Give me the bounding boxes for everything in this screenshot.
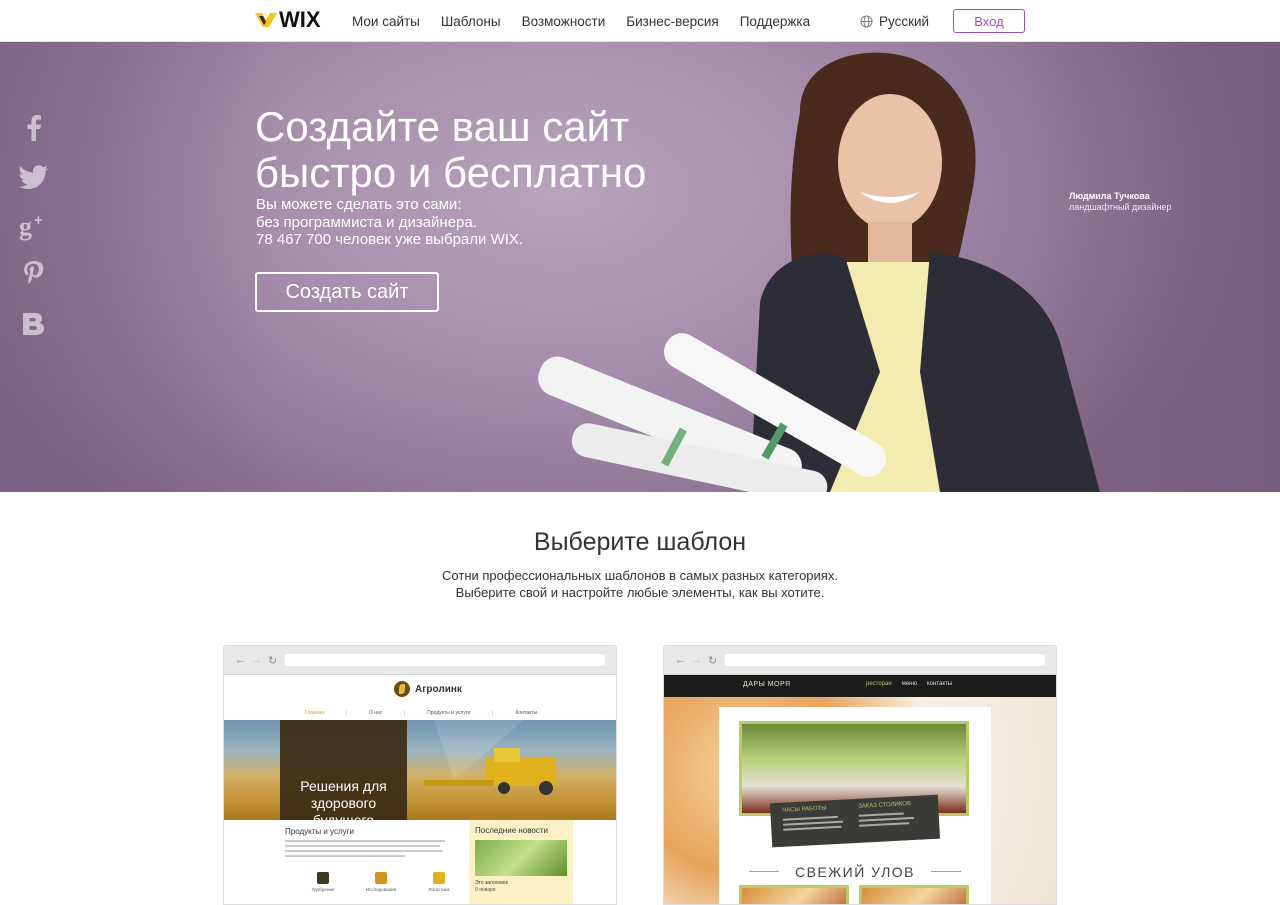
restaurant-thumbnails xyxy=(739,885,979,904)
agro-menu: Главная О нас Продукты и услуги Контакты xyxy=(224,706,616,720)
hero-title: Создайте ваш сайт быстро и бесплатно xyxy=(255,104,775,196)
login-button[interactable]: Вход xyxy=(953,9,1025,33)
restaurant-hours-title: ЧАСЫ РАБОТЫ xyxy=(782,805,827,814)
google-plus-icon[interactable]: g + xyxy=(18,210,50,242)
agro-text-lines xyxy=(285,840,445,860)
wix-logo-text: WIX xyxy=(279,7,321,32)
back-arrow-icon: ← xyxy=(675,654,686,666)
template-card-agrolink[interactable]: ← → ↻ Агролинк Главная О нас Продукты и … xyxy=(223,645,617,905)
restaurant-menu: ресторан меню контакты xyxy=(866,681,962,687)
agro-news-box: Последние новости Это заголовок 9 января xyxy=(469,820,573,904)
agro-menu-item: Контакты xyxy=(492,710,559,716)
facebook-icon[interactable] xyxy=(18,112,50,144)
agro-body: Продукты и услуги Удобрения Исследования… xyxy=(224,820,616,904)
main-menu: Мои сайты Шаблоны Возможности Бизнес-вер… xyxy=(352,0,831,42)
restaurant-order-title: ЗАКАЗ СТОЛИКОВ xyxy=(858,801,912,810)
reload-icon: ↻ xyxy=(708,655,718,667)
nav-features[interactable]: Возможности xyxy=(522,14,606,29)
logistics-icon: Логистика xyxy=(410,872,468,892)
social-sidebar: g + xyxy=(18,112,50,357)
person-role: ландшафтный дизайнер xyxy=(1069,202,1172,212)
wix-logo[interactable]: WIX xyxy=(255,7,321,32)
templates-title: Выберите шаблон xyxy=(533,528,747,556)
twitter-icon[interactable] xyxy=(18,161,50,193)
agro-news-heading: Это заголовок xyxy=(475,880,508,886)
agro-banner: Решения для здорового будущего xyxy=(224,720,616,820)
restaurant-thumb xyxy=(859,885,969,904)
hero-subtitle-line: без программиста и дизайнера. xyxy=(256,213,477,231)
nav-support[interactable]: Поддержка xyxy=(740,14,810,29)
agro-logo: Агролинк xyxy=(394,681,462,697)
hero-subtitle-line: Вы можете сделать это сами: xyxy=(256,196,462,213)
browser-bar: ← → ↻ xyxy=(224,646,616,675)
forward-arrow-icon: → xyxy=(691,654,702,666)
pinterest-icon[interactable] xyxy=(18,259,50,291)
nav-my-sites[interactable]: Мои сайты xyxy=(352,14,420,29)
forward-arrow-icon: → xyxy=(251,654,262,666)
templates-subtitle-line: Сотни профессиональных шаблонов в самых … xyxy=(442,568,838,583)
fertilizer-icon: Удобрения xyxy=(294,872,352,892)
nav-templates[interactable]: Шаблоны xyxy=(441,14,501,29)
agro-news-title: Последние новости xyxy=(475,826,548,835)
agro-banner-text: Решения для здорового будущего xyxy=(280,778,407,820)
agro-menu-item: О нас xyxy=(345,710,404,716)
hero-subtitle-line: 78 467 700 человек уже выбрали WIX. xyxy=(256,231,524,248)
wheat-icon xyxy=(394,681,410,697)
agro-products-title: Продукты и услуги xyxy=(285,827,355,836)
hero-title-line: Создайте ваш сайт xyxy=(255,103,630,150)
address-bar xyxy=(285,654,605,666)
agro-menu-item: Главная xyxy=(304,710,324,716)
restaurant-hours-panel: ЧАСЫ РАБОТЫ ЗАКАЗ СТОЛИКОВ xyxy=(769,794,941,848)
back-arrow-icon: ← xyxy=(235,654,246,666)
template-card-restaurant[interactable]: ← → ↻ ДАРЫ МОРЯ ресторан меню контакты Ч… xyxy=(663,645,1057,905)
language-label: Русский xyxy=(879,13,930,29)
restaurant-page: ЧАСЫ РАБОТЫ ЗАКАЗ СТОЛИКОВ СВЕЖИЙ УЛОВ xyxy=(719,707,991,904)
nav-business[interactable]: Бизнес-версия xyxy=(626,14,718,29)
top-navigation: WIX Мои сайты Шаблоны Возможности Бизнес… xyxy=(0,0,1280,42)
svg-text:g: g xyxy=(19,212,32,241)
globe-icon xyxy=(860,14,873,28)
person-name: Людмила Тучкова xyxy=(1069,191,1150,201)
hero-title-line: быстро и бесплатно xyxy=(255,149,647,196)
agro-news-date: 9 января xyxy=(475,887,496,893)
templates-subtitle-line: Выберите свой и настройте любые элементы… xyxy=(455,585,825,600)
restaurant-logo: ДАРЫ МОРЯ xyxy=(743,681,791,688)
restaurant-menu-item: меню xyxy=(901,681,917,687)
hero-banner: g + Создайте ваш сайт быстро и бесплатно … xyxy=(0,42,1280,492)
templates-subtitle: Сотни профессиональных шаблонов в самых … xyxy=(0,567,1280,601)
language-selector[interactable]: Русский xyxy=(860,0,929,42)
svg-text:+: + xyxy=(34,212,43,229)
restaurant-menu-item: контакты xyxy=(926,681,953,687)
reload-icon: ↻ xyxy=(268,655,278,667)
wix-logo-icon xyxy=(255,13,277,27)
research-icon: Исследования xyxy=(352,872,410,892)
agro-banner-line: будущего xyxy=(312,812,375,820)
agro-banner-line: Решения для здорового xyxy=(300,778,387,811)
agro-header: Агролинк xyxy=(224,675,616,705)
create-site-button[interactable]: Создать сайт xyxy=(255,272,439,312)
agro-menu-item: Продукты и услуги xyxy=(404,710,492,716)
agro-logo-text: Агролинк xyxy=(415,683,462,695)
restaurant-catch-title: СВЕЖИЙ УЛОВ xyxy=(794,864,916,880)
agro-icons: Удобрения Исследования Логистика xyxy=(294,872,468,892)
address-bar xyxy=(725,654,1045,666)
restaurant-menu-item: ресторан xyxy=(866,681,892,687)
vk-icon[interactable] xyxy=(18,308,50,340)
agro-news-image xyxy=(475,840,567,876)
restaurant-header: ДАРЫ МОРЯ ресторан меню контакты xyxy=(664,675,1056,697)
restaurant-thumb xyxy=(739,885,849,904)
browser-bar: ← → ↻ xyxy=(664,646,1056,675)
hero-subtitle: Вы можете сделать это сами: без программ… xyxy=(256,196,676,249)
